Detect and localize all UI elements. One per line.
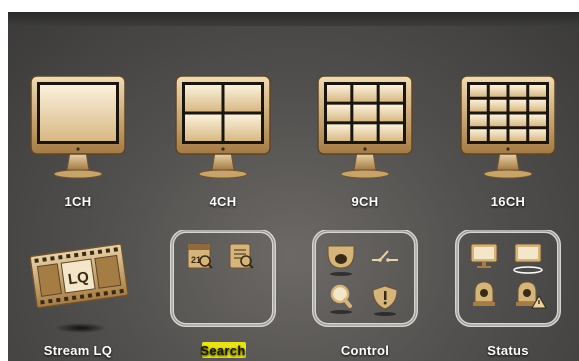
screen-cell — [224, 114, 261, 141]
menu-item-stream-lq[interactable]: LQ Stream LQ — [23, 230, 133, 361]
menu-item-status[interactable]: Status — [453, 230, 563, 361]
power-led — [506, 147, 510, 151]
monitor-base — [340, 169, 390, 179]
menu-label-4ch: 4CH — [209, 194, 237, 209]
screen-cell — [379, 104, 403, 122]
relay-switch-icon — [372, 250, 398, 262]
screen-cell — [353, 104, 377, 122]
monitor-base — [198, 169, 248, 179]
screen-cell — [470, 85, 487, 97]
screen-cell — [529, 99, 546, 112]
calendar-search-icon: 21 — [187, 243, 213, 269]
monitor-1-split-icon — [30, 75, 126, 179]
menu-item-control[interactable]: Control — [310, 230, 420, 361]
screen-cell — [509, 85, 527, 97]
monitor-16-split-icon — [460, 75, 556, 179]
screen-cell — [379, 85, 403, 102]
monitor-base — [483, 169, 533, 179]
main-menu-screen: 1CH 4CH 9CH 16CH LQ Stream LQ 21 Search … — [8, 12, 579, 361]
screen-cell — [470, 129, 487, 141]
search-folder-icon: 21 — [170, 230, 276, 327]
ptz-camera-icon — [327, 245, 355, 276]
menu-label-stream-lq: Stream LQ — [43, 343, 113, 358]
status-folder-icon — [455, 230, 561, 327]
menu-item-search[interactable]: 21 Search — [168, 230, 278, 361]
screen-cell — [353, 124, 377, 141]
menu-label-control: Control — [340, 343, 390, 358]
menu-label-9ch: 9CH — [351, 194, 379, 209]
monitor-warning-icon — [513, 243, 543, 274]
menu-label-1ch: 1CH — [64, 194, 92, 209]
power-led — [363, 147, 367, 151]
film-strip-lq-icon: LQ — [29, 243, 129, 333]
alarm-shield-icon — [372, 285, 398, 316]
magnifier-icon — [330, 284, 352, 314]
screen-cell — [509, 99, 527, 112]
screen-cell — [185, 85, 222, 112]
screen-cell — [529, 85, 546, 97]
screen-cell — [185, 114, 222, 141]
monitor-base — [53, 169, 103, 179]
top-bar — [8, 12, 579, 26]
log-search-icon — [229, 243, 254, 269]
menu-label-status: Status — [487, 343, 529, 358]
monitor-4-split-icon — [175, 75, 271, 179]
screen-cell — [529, 114, 546, 127]
hdd-status-icon — [473, 281, 495, 306]
monitor-9-split-icon — [317, 75, 413, 179]
screen-cell — [489, 129, 507, 141]
screen-cell — [470, 99, 487, 112]
screen-cell — [327, 104, 351, 122]
lq-badge-text: LQ — [67, 269, 90, 289]
screen-cell — [327, 85, 351, 102]
hdd-warning-icon — [516, 281, 547, 309]
screen-cell — [509, 114, 527, 127]
menu-label-16ch: 16CH — [490, 194, 526, 209]
screen-cell — [224, 85, 261, 112]
screen-cell — [509, 129, 527, 141]
screen-cell — [470, 114, 487, 127]
menu-label-search: Search — [200, 343, 246, 358]
power-led — [221, 147, 225, 151]
control-folder-icon — [312, 230, 418, 327]
screen-cell — [489, 99, 507, 112]
screen-cell — [327, 124, 351, 141]
screen-cell — [40, 85, 116, 141]
screen-cell — [489, 85, 507, 97]
screen-cell — [379, 124, 403, 141]
screen-cell — [529, 129, 546, 141]
screen-cell — [489, 114, 507, 127]
monitor-status-icon — [470, 243, 498, 268]
power-led — [76, 147, 80, 151]
screen-cell — [353, 85, 377, 102]
